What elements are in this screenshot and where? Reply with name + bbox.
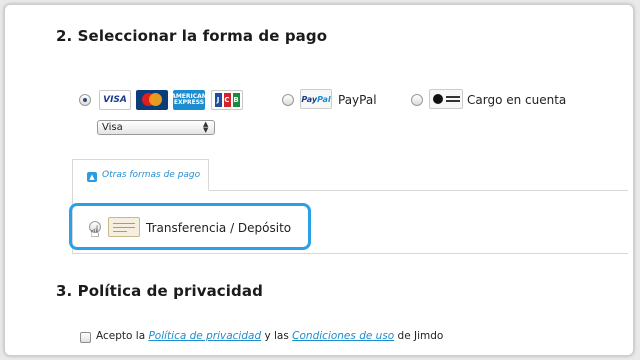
direct-debit-radio[interactable]	[411, 94, 423, 106]
terms-of-use-link[interactable]: Condiciones de uso	[292, 330, 394, 342]
paypal-label: PayPal	[338, 93, 377, 107]
card-payment-radio[interactable]	[79, 94, 91, 106]
privacy-accept-text: Acepto la Política de privacidad y las C…	[96, 330, 443, 342]
privacy-prefix: Acepto la	[96, 330, 149, 342]
card-type-select[interactable]: Visa	[97, 120, 215, 135]
privacy-mid: y las	[261, 330, 293, 342]
tab-other-payment-methods-label: Otras formas de pago	[102, 170, 201, 180]
section-title-payment: 2. Seleccionar la forma de pago	[56, 27, 328, 45]
tab-other-payment-methods[interactable]: ▲ Otras formas de pago	[72, 159, 209, 191]
privacy-accept-checkbox[interactable]	[80, 332, 91, 343]
mastercard-logo	[136, 90, 168, 110]
privacy-suffix: de Jimdo	[394, 330, 444, 342]
amex-logo: AMERICAN EXPRESS	[171, 90, 207, 110]
chevron-up-icon: ▲	[87, 172, 97, 182]
select-arrows-icon: ▲ ▼	[203, 120, 209, 134]
jcb-logo: JCB	[211, 90, 243, 110]
direct-debit-logo	[429, 89, 463, 109]
section-title-privacy: 3. Política de privacidad	[56, 282, 263, 300]
paypal-logo: Pay Pal	[300, 89, 332, 109]
hand-cursor-icon: ☝	[90, 222, 100, 241]
privacy-policy-link[interactable]: Política de privacidad	[148, 330, 261, 342]
direct-debit-label: Cargo en cuenta	[467, 93, 567, 107]
bank-transfer-highlight	[69, 203, 311, 250]
paypal-radio[interactable]	[282, 94, 294, 106]
visa-logo: VISA	[99, 90, 131, 110]
